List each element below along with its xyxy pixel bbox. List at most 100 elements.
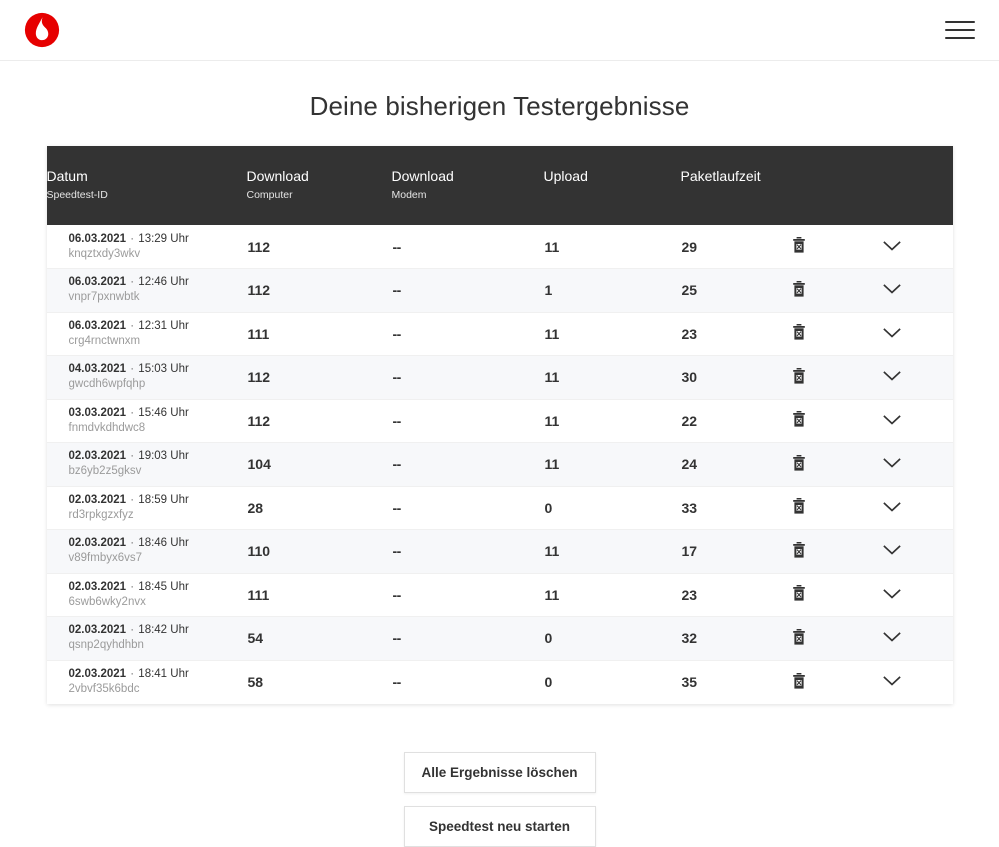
trash-icon: [792, 541, 805, 558]
table-row[interactable]: 02.03.2021 · 18:41 Uhr 2vbvf35k6bdc 58 -- 0 3…: [46, 660, 953, 704]
delete-row-button[interactable]: [792, 324, 806, 340]
delete-row-button[interactable]: [792, 541, 806, 558]
column-header-download-modem-subtitle: Modem: [391, 189, 427, 201]
cell-date: 03.03.2021 · 15:46 Uhr fnmdvkdhdwc8: [47, 399, 247, 443]
chevron-down-icon: [882, 415, 901, 425]
row-date: 06.03.2021 · 12:31 Uhr: [69, 319, 246, 334]
cell-paketlaufzeit: 25: [681, 282, 698, 299]
expand-row-button[interactable]: [882, 675, 902, 687]
cell-paketlaufzeit: 24: [681, 456, 698, 473]
row-time-value: 18:42 Uhr: [138, 624, 189, 637]
column-header-upload: Upload: [543, 146, 681, 225]
row-date: 03.03.2021 · 15:46 Uhr: [69, 406, 246, 421]
trash-icon: [792, 411, 805, 427]
column-header-delete: [790, 146, 881, 225]
expand-row-button[interactable]: [882, 414, 902, 426]
cell-download-modem: --: [392, 412, 402, 429]
cell-download-computer: 28: [247, 499, 264, 516]
table-row[interactable]: 02.03.2021 · 18:46 Uhr v89fmbyx6vs7 110 -- 1…: [46, 529, 953, 574]
cell-upload: 11: [544, 369, 560, 386]
cell-delete: [791, 486, 881, 530]
cell-download-modem: --: [392, 369, 402, 386]
delete-row-button[interactable]: [792, 454, 806, 471]
cell-download-modem: --: [392, 586, 402, 603]
delete-row-button[interactable]: [792, 628, 806, 645]
delete-row-button[interactable]: [792, 498, 806, 514]
cell-expand: [881, 312, 953, 356]
row-speedtest-id: v89fmbyx6vs7: [68, 552, 143, 565]
table-row[interactable]: 02.03.2021 · 19:03 Uhr bz6yb2z5gksv 104 -- 1…: [46, 442, 953, 487]
column-header-download-modem-title: Download: [391, 168, 454, 184]
cell-delete: [791, 443, 881, 487]
cell-download-computer: 111: [247, 325, 270, 342]
table-row[interactable]: 02.03.2021 · 18:59 Uhr rd3rpkgzxfyz 28 -- 0 3…: [46, 486, 953, 530]
results-table-body: 06.03.2021 · 13:29 Uhr knqztxdy3wkv 112 -- 1…: [46, 225, 953, 704]
cell-expand: [881, 486, 953, 530]
cell-date: 02.03.2021 · 18:45 Uhr 6swb6wky2nvx: [47, 573, 247, 617]
delete-all-results-button[interactable]: Alle Ergebnisse löschen: [403, 751, 596, 793]
table-row[interactable]: 04.03.2021 · 15:03 Uhr gwcdh6wpfqhp 112 -- 1…: [46, 355, 953, 400]
row-time-value: 18:59 Uhr: [138, 493, 189, 506]
column-header-download-computer-title: Download: [246, 168, 309, 184]
trash-icon: [792, 367, 805, 384]
cell-download-computer: 104: [247, 456, 271, 473]
table-row[interactable]: 06.03.2021 · 12:46 Uhr vnpr7pxnwbtk 112 -- 1…: [46, 268, 953, 312]
row-speedtest-id: fnmdvkdhdwc8: [68, 421, 146, 434]
delete-row-button[interactable]: [792, 280, 806, 297]
expand-row-button[interactable]: [882, 588, 902, 600]
delete-row-button[interactable]: [792, 672, 806, 689]
table-row[interactable]: 02.03.2021 · 18:42 Uhr qsnp2qyhdhbn 54 -- 0 3…: [46, 616, 953, 661]
chevron-down-icon: [882, 371, 901, 381]
restart-speedtest-button[interactable]: Speedtest neu starten: [403, 805, 596, 847]
expand-row-button[interactable]: [882, 240, 902, 252]
cell-date: 04.03.2021 · 15:03 Uhr gwcdh6wpfqhp: [47, 356, 247, 400]
delete-row-button[interactable]: [792, 585, 806, 601]
expand-row-button[interactable]: [882, 370, 902, 382]
cell-upload: 11: [544, 238, 560, 255]
results-table-card: Datum Speedtest-ID Download Computer Dow…: [46, 146, 953, 704]
table-row[interactable]: 03.03.2021 · 15:46 Uhr fnmdvkdhdwc8 112 -- 1…: [46, 399, 953, 443]
row-time-value: 18:45 Uhr: [138, 580, 189, 593]
cell-paketlaufzeit: 35: [681, 674, 698, 690]
delete-row-button[interactable]: [792, 411, 806, 427]
delete-row-button[interactable]: [792, 367, 806, 384]
expand-row-button[interactable]: [882, 501, 902, 513]
cell-download-modem: --: [392, 499, 402, 516]
table-row[interactable]: 06.03.2021 · 12:31 Uhr crg4rnctwnxm 111 -- 1…: [46, 312, 953, 356]
cell-expand: [881, 443, 953, 487]
hamburger-bar-1: [945, 21, 975, 23]
cell-date: 02.03.2021 · 18:42 Uhr qsnp2qyhdhbn: [47, 617, 247, 661]
cell-paketlaufzeit: 17: [681, 543, 698, 560]
column-header-date: Datum Speedtest-ID: [46, 146, 247, 225]
row-date-value: 06.03.2021: [68, 319, 127, 332]
expand-row-button[interactable]: [882, 283, 902, 295]
chevron-down-icon: [882, 502, 901, 512]
column-header-download-modem: Download Modem: [391, 146, 544, 225]
cell-upload: 0: [544, 499, 553, 516]
table-row[interactable]: 02.03.2021 · 18:45 Uhr 6swb6wky2nvx 111 -- 1…: [46, 573, 953, 617]
row-speedtest-id: qsnp2qyhdhbn: [68, 639, 144, 652]
cell-expand: [881, 530, 953, 574]
table-row[interactable]: 06.03.2021 · 13:29 Uhr knqztxdy3wkv 112 -- 1…: [46, 225, 953, 269]
vodafone-logo[interactable]: [22, 10, 62, 50]
expand-row-button[interactable]: [882, 327, 902, 339]
cell-paketlaufzeit: 23: [681, 325, 698, 342]
hamburger-menu-icon[interactable]: [945, 19, 975, 41]
cell-download-modem: --: [392, 674, 402, 690]
cell-download-computer: 110: [247, 543, 271, 560]
cell-date: 06.03.2021 · 13:29 Uhr knqztxdy3wkv: [47, 225, 247, 269]
expand-row-button[interactable]: [882, 544, 902, 556]
row-date-value: 03.03.2021: [68, 406, 127, 419]
cell-download-modem: --: [392, 630, 402, 647]
delete-row-button[interactable]: [792, 237, 806, 253]
cell-paketlaufzeit: 23: [681, 586, 698, 603]
cell-download-modem: --: [392, 282, 402, 299]
cell-upload: 1: [544, 282, 553, 299]
row-time-value: 19:03 Uhr: [138, 450, 189, 463]
expand-row-button[interactable]: [882, 631, 902, 643]
expand-row-button[interactable]: [882, 457, 902, 469]
row-speedtest-id: bz6yb2z5gksv: [68, 465, 142, 478]
row-time-value: 15:03 Uhr: [138, 363, 189, 376]
cell-expand: [881, 356, 953, 400]
page-actions: Alle Ergebnisse löschen Speedtest neu st…: [0, 704, 999, 847]
